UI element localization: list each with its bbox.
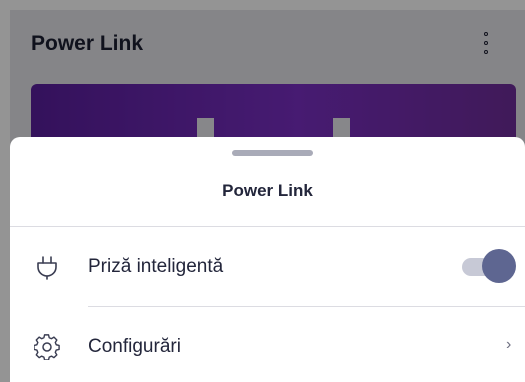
plug-icon: [34, 254, 60, 280]
sheet-grabber-handle[interactable]: [232, 150, 313, 156]
smart-plug-row[interactable]: Priză inteligentă: [10, 228, 525, 306]
smart-plug-label: Priză inteligentă: [88, 256, 224, 277]
sheet-title: Power Link: [222, 181, 313, 200]
divider: [10, 226, 525, 227]
divider: [88, 306, 525, 307]
screen: Power Link Power Link Priză inteligentă …: [0, 0, 525, 382]
chevron-right-icon: ›: [506, 336, 512, 353]
gear-icon: [33, 334, 60, 361]
bottom-sheet: Power Link Priză inteligentă Configurări…: [10, 137, 525, 382]
settings-row[interactable]: Configurări ›: [10, 308, 525, 382]
smart-plug-toggle[interactable]: [462, 249, 516, 283]
settings-label: Configurări: [88, 336, 181, 357]
toggle-knob: [482, 249, 516, 283]
